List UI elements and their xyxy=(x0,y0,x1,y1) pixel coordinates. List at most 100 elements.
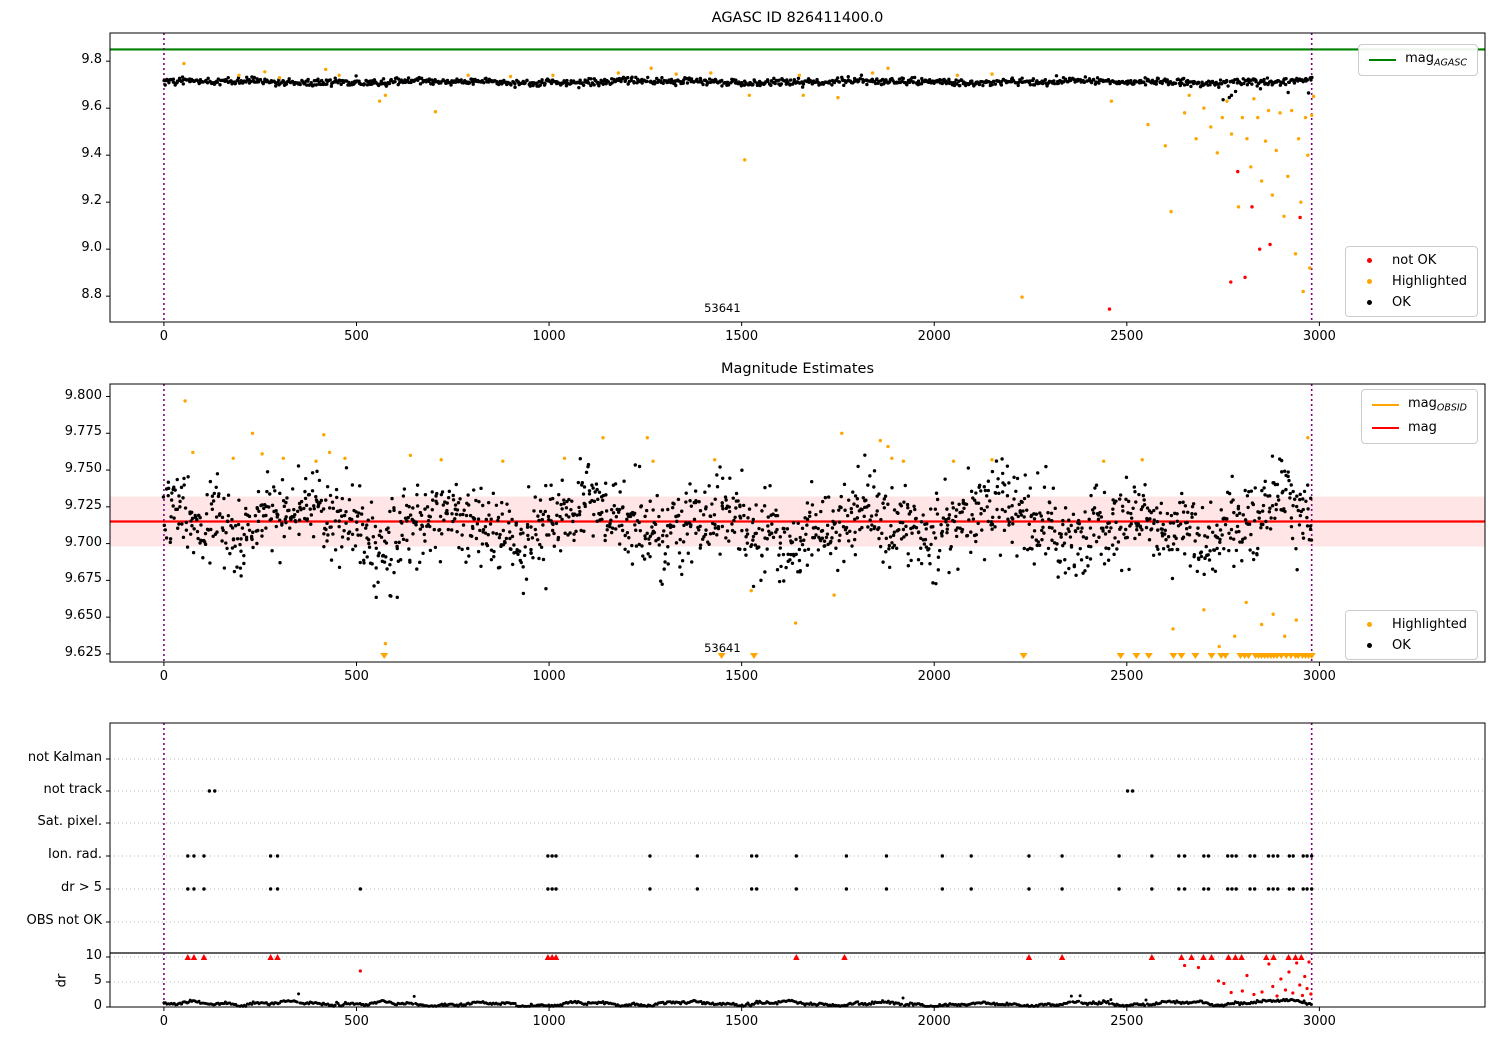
data-point xyxy=(1251,557,1256,562)
data-point xyxy=(990,515,995,519)
data-point xyxy=(347,530,352,534)
data-point xyxy=(848,529,852,533)
data-point xyxy=(446,527,451,532)
data-point xyxy=(172,516,176,520)
data-point xyxy=(674,72,678,76)
data-point xyxy=(1112,552,1116,557)
marker-swatch-icon xyxy=(1356,258,1383,263)
data-point xyxy=(489,557,494,562)
data-point xyxy=(1291,854,1295,858)
data-point xyxy=(233,544,237,548)
data-point xyxy=(842,83,846,88)
data-point xyxy=(970,79,974,83)
data-point xyxy=(676,513,681,518)
data-point xyxy=(1305,854,1309,858)
data-point xyxy=(990,72,994,76)
data-point xyxy=(1240,559,1244,563)
data-point xyxy=(544,587,548,591)
x-tick-label: 1000 xyxy=(532,1014,566,1029)
data-point xyxy=(1061,518,1065,523)
data-point xyxy=(1252,887,1257,891)
data-point xyxy=(337,524,341,529)
data-point xyxy=(757,526,761,531)
data-point xyxy=(1064,532,1068,536)
data-point xyxy=(508,547,513,551)
data-point xyxy=(684,491,688,495)
data-point xyxy=(1268,494,1272,498)
data-point xyxy=(1083,569,1087,573)
data-point xyxy=(360,522,365,527)
data-point xyxy=(865,82,869,87)
data-point xyxy=(1088,557,1093,561)
data-point xyxy=(186,475,190,479)
legend-row: not OK xyxy=(1356,253,1467,268)
data-point xyxy=(1174,536,1178,541)
data-point xyxy=(1266,854,1271,858)
data-point xyxy=(423,507,427,511)
data-point xyxy=(501,528,506,533)
data-point xyxy=(442,518,446,522)
data-point xyxy=(327,450,332,455)
data-point xyxy=(203,531,208,536)
data-point xyxy=(420,523,424,527)
data-point xyxy=(552,544,557,548)
data-point xyxy=(803,548,807,553)
data-point xyxy=(1224,78,1229,83)
data-point xyxy=(1215,151,1220,155)
data-point xyxy=(400,521,404,525)
data-point xyxy=(1182,76,1186,81)
data-point xyxy=(1311,94,1316,99)
data-point xyxy=(231,456,235,460)
data-point xyxy=(1308,527,1313,532)
data-point xyxy=(384,555,388,559)
data-point xyxy=(1094,483,1099,487)
data-point xyxy=(492,549,496,554)
data-point xyxy=(749,887,754,891)
data-point xyxy=(770,522,774,526)
data-point xyxy=(826,495,831,499)
data-point xyxy=(323,67,328,72)
data-point xyxy=(179,485,184,490)
data-point xyxy=(298,82,302,87)
data-point xyxy=(1069,543,1074,548)
data-point xyxy=(214,485,218,489)
x-tick-label: 1500 xyxy=(725,329,759,344)
data-point xyxy=(342,528,346,533)
data-point xyxy=(533,495,537,499)
data-point xyxy=(1027,887,1031,891)
clamped-high-marker-icon xyxy=(1263,954,1270,960)
data-point xyxy=(314,495,318,499)
data-point xyxy=(438,514,443,519)
data-point xyxy=(555,501,559,505)
data-point xyxy=(449,528,454,532)
marker-swatch-icon xyxy=(1356,643,1383,648)
data-point xyxy=(440,490,445,494)
data-point xyxy=(347,498,352,502)
data-point xyxy=(947,516,951,521)
data-point xyxy=(1300,993,1305,998)
data-point xyxy=(1250,205,1254,209)
data-point xyxy=(794,887,799,891)
data-point xyxy=(265,470,270,474)
data-point xyxy=(690,560,694,564)
data-point xyxy=(1271,984,1275,989)
data-point xyxy=(1031,77,1036,81)
data-point xyxy=(1175,519,1180,523)
data-point xyxy=(703,490,707,494)
data-point xyxy=(541,512,545,517)
data-point xyxy=(693,489,698,493)
data-point xyxy=(275,515,279,519)
data-point xyxy=(1303,974,1307,979)
data-point xyxy=(1289,524,1294,529)
data-point xyxy=(652,82,657,86)
data-point xyxy=(1281,489,1285,493)
data-point xyxy=(856,464,860,469)
data-point xyxy=(625,517,629,522)
data-point xyxy=(1076,518,1081,523)
data-point xyxy=(297,992,301,996)
data-point xyxy=(359,512,364,516)
data-point xyxy=(1235,524,1240,529)
data-point xyxy=(1163,144,1168,148)
data-point xyxy=(778,546,783,550)
data-point xyxy=(670,505,675,510)
